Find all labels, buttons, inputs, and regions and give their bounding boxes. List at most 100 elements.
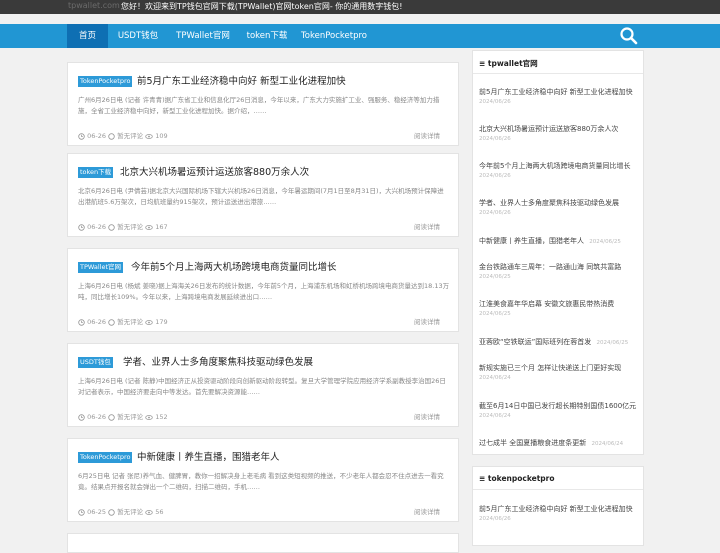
post-views: 179 bbox=[155, 318, 168, 326]
post-views: 152 bbox=[155, 413, 168, 421]
post-comments[interactable]: 暂无评论 bbox=[117, 413, 143, 421]
sidebar-article-date: 2024/06/26 bbox=[479, 173, 511, 179]
post-title[interactable]: 中新健康丨养生直播，围猎老年人 bbox=[137, 449, 280, 463]
nav-item-tokenpocketpro[interactable]: TokenPocketpro bbox=[298, 24, 370, 48]
post-excerpt: 广州6月26日电 (记者 许青青)据广东省工业和信息化厅26日消息，今年以来，广… bbox=[78, 96, 440, 115]
post-card: TPWallet官网 今年前5个月上海两大机场跨境电商货量同比增长 上海6月26… bbox=[67, 248, 459, 332]
post-date: 06-26 bbox=[87, 132, 106, 140]
post-card bbox=[67, 533, 459, 553]
nav-item-tpwallet[interactable]: TPWallet官网 bbox=[170, 24, 236, 48]
widget-title-text: tpwallet官网 bbox=[487, 59, 538, 68]
comment-icon bbox=[108, 318, 115, 326]
post-views: 56 bbox=[155, 508, 164, 516]
clock-icon bbox=[78, 318, 85, 326]
post-category-tag[interactable]: USDT钱包 bbox=[78, 357, 113, 368]
sidebar-article-date: 2024/06/25 bbox=[589, 239, 621, 245]
post-meta: 06-26 暂无评论 109 bbox=[78, 130, 168, 140]
post-category-tag[interactable]: TokenPocketpro bbox=[78, 76, 133, 87]
sidebar-article-link[interactable]: 亚蓉欧“空铁联运”国际班列在蓉首发 bbox=[479, 338, 591, 346]
sidebar-article-link[interactable]: 江淮美食嘉年华启幕 安徽文旅惠民带热消费 bbox=[479, 299, 641, 309]
sidebar-article-date: 2024/06/25 bbox=[596, 340, 629, 346]
post-card: token下载 北京大兴机场暑运预计运送旅客880万余人次 北京6月26日电 (… bbox=[67, 153, 459, 237]
sidebar-article-row: 亚蓉欧“空铁联运”国际班列在蓉首发 2024/06/25 bbox=[479, 337, 641, 347]
divider bbox=[473, 73, 643, 74]
sidebar-article-date: 2024/06/26 bbox=[479, 210, 511, 216]
eye-icon bbox=[145, 508, 153, 516]
site-name[interactable]: tpwallet.com bbox=[68, 1, 120, 10]
post-title[interactable]: 今年前5个月上海两大机场跨境电商货量同比增长 bbox=[131, 259, 337, 273]
sidebar-article-link[interactable]: 金台铁路通车三周年：一路通山海 同筑共富路 bbox=[479, 262, 641, 272]
top-bar: tpwallet.com 您好！欢迎来到TP钱包官网下载(TPWallet)官网… bbox=[0, 0, 720, 14]
sidebar-article-row: 中新健康丨养生直播，围猎老年人 2024/06/25 bbox=[479, 236, 641, 246]
sidebar-article-link[interactable]: 北京大兴机场暑运预计运送旅客880万余人次 bbox=[479, 124, 641, 134]
eye-icon bbox=[145, 223, 153, 231]
nav-item-token-download[interactable]: token下载 bbox=[240, 24, 294, 48]
post-category-tag[interactable]: TPWallet官网 bbox=[78, 262, 124, 273]
post-comments[interactable]: 暂无评论 bbox=[117, 223, 143, 231]
clock-icon bbox=[78, 413, 85, 421]
post-category-tag[interactable]: TokenPocketpro bbox=[78, 452, 133, 463]
sidebar-article-date: 2024/06/24 bbox=[479, 413, 511, 419]
post-title[interactable]: 北京大兴机场暑运预计运送旅客880万余人次 bbox=[120, 164, 309, 178]
post-excerpt: 北京6月26日电 (尹倩芸)据北京大兴国际机场下辖大兴机场26日消息，今年暑运期… bbox=[78, 187, 444, 206]
sidebar-article-date: 2024/06/25 bbox=[479, 311, 511, 317]
read-more-link[interactable]: 阅读详情 bbox=[414, 411, 440, 421]
post-meta: 06-26 暂无评论 167 bbox=[78, 221, 168, 231]
post-excerpt: 上海6月26日电 (记者 陈静)中国经济正从投资驱动阶段向创新驱动阶段转型。复旦… bbox=[78, 377, 446, 396]
search-icon[interactable] bbox=[618, 26, 640, 46]
post-comments[interactable]: 暂无评论 bbox=[117, 132, 143, 140]
main-nav: 首页 USDT钱包 TPWallet官网 token下载 TokenPocket… bbox=[0, 24, 720, 48]
post-comments[interactable]: 暂无评论 bbox=[117, 508, 143, 516]
sidebar-article-link[interactable]: 学者、业界人士多角度聚焦科技驱动绿色发展 bbox=[479, 198, 641, 208]
post-date: 06-25 bbox=[87, 508, 106, 516]
widget-tokenpocketpro: ≡ tokenpocketpro 前5月广东工业经济稳中向好 新型工业化进程加快… bbox=[472, 466, 644, 546]
clock-icon bbox=[78, 132, 85, 140]
post-card: USDT钱包 学者、业界人士多角度聚焦科技驱动绿色发展 上海6月26日电 (记者… bbox=[67, 343, 459, 427]
widget-title: ≡ tokenpocketpro bbox=[479, 474, 555, 483]
nav-item-usdt-wallet[interactable]: USDT钱包 bbox=[110, 24, 166, 48]
post-meta: 06-26 暂无评论 152 bbox=[78, 411, 168, 421]
post-category-tag[interactable]: token下载 bbox=[78, 167, 114, 178]
sidebar-article-link[interactable]: 今年前5个月上海两大机场跨境电商货量同比增长 bbox=[479, 161, 641, 171]
sidebar-article-link[interactable]: 过七成半 全国夏播粮食进度条更新 bbox=[479, 439, 586, 447]
post-views: 109 bbox=[155, 132, 168, 140]
comment-icon bbox=[108, 413, 115, 421]
post-comments[interactable]: 暂无评论 bbox=[117, 318, 143, 326]
read-more-link[interactable]: 阅读详情 bbox=[414, 316, 440, 326]
list-icon: ≡ bbox=[479, 474, 486, 483]
sidebar-article-date: 2024/06/24 bbox=[591, 441, 624, 447]
list-icon: ≡ bbox=[479, 59, 486, 68]
clock-icon bbox=[78, 508, 85, 516]
sidebar-article-link[interactable]: 前5月广东工业经济稳中向好 新型工业化进程加快 bbox=[479, 87, 641, 97]
post-card: TokenPocketpro 中新健康丨养生直播，围猎老年人 6月25日电 记者… bbox=[67, 438, 459, 522]
post-card: TokenPocketpro 前5月广东工业经济稳中向好 新型工业化进程加快 广… bbox=[67, 62, 459, 146]
sidebar-article-link[interactable]: 截至6月14日中国已发行超长期特别国债1600亿元 bbox=[479, 401, 641, 411]
comment-icon bbox=[108, 508, 115, 516]
post-title[interactable]: 前5月广东工业经济稳中向好 新型工业化进程加快 bbox=[137, 73, 346, 87]
eye-icon bbox=[145, 318, 153, 326]
clock-icon bbox=[78, 223, 85, 231]
widget-tpwallet: ≡ tpwallet官网 前5月广东工业经济稳中向好 新型工业化进程加快 202… bbox=[472, 50, 644, 455]
sidebar-article-link[interactable]: 中新健康丨养生直播，围猎老年人 bbox=[479, 237, 584, 245]
eye-icon bbox=[145, 132, 153, 140]
sidebar-article-date: 2024/06/26 bbox=[479, 136, 511, 142]
read-more-link[interactable]: 阅读详情 bbox=[414, 506, 440, 516]
sidebar-article-link[interactable]: 前5月广东工业经济稳中向好 新型工业化进程加快 bbox=[479, 504, 641, 514]
read-more-link[interactable]: 阅读详情 bbox=[414, 130, 440, 140]
nav-item-home[interactable]: 首页 bbox=[67, 24, 108, 48]
post-title[interactable]: 学者、业界人士多角度聚焦科技驱动绿色发展 bbox=[123, 354, 313, 368]
post-meta: 06-26 暂无评论 179 bbox=[78, 316, 168, 326]
post-excerpt: 6月25日电 记者 张尼)养气血、健脾胃，教你一招解决身上老毛病 看到这类短视频… bbox=[78, 472, 444, 491]
sidebar-article-date: 2024/06/26 bbox=[479, 516, 511, 522]
post-date: 06-26 bbox=[87, 413, 106, 421]
widget-title-text: tokenpocketpro bbox=[487, 474, 555, 483]
read-more-link[interactable]: 阅读详情 bbox=[414, 221, 440, 231]
sidebar-article-date: 2024/06/25 bbox=[479, 274, 511, 280]
post-views: 167 bbox=[155, 223, 168, 231]
welcome-text: 您好！欢迎来到TP钱包官网下载(TPWallet)官网token官网- 你的通用… bbox=[121, 2, 403, 11]
sidebar-article-row: 过七成半 全国夏播粮食进度条更新 2024/06/24 bbox=[479, 438, 641, 448]
sidebar-article-link[interactable]: 新规实施已三个月 怎样让快递送上门更好实现 bbox=[479, 363, 641, 373]
post-date: 06-26 bbox=[87, 223, 106, 231]
post-date: 06-26 bbox=[87, 318, 106, 326]
eye-icon bbox=[145, 413, 153, 421]
